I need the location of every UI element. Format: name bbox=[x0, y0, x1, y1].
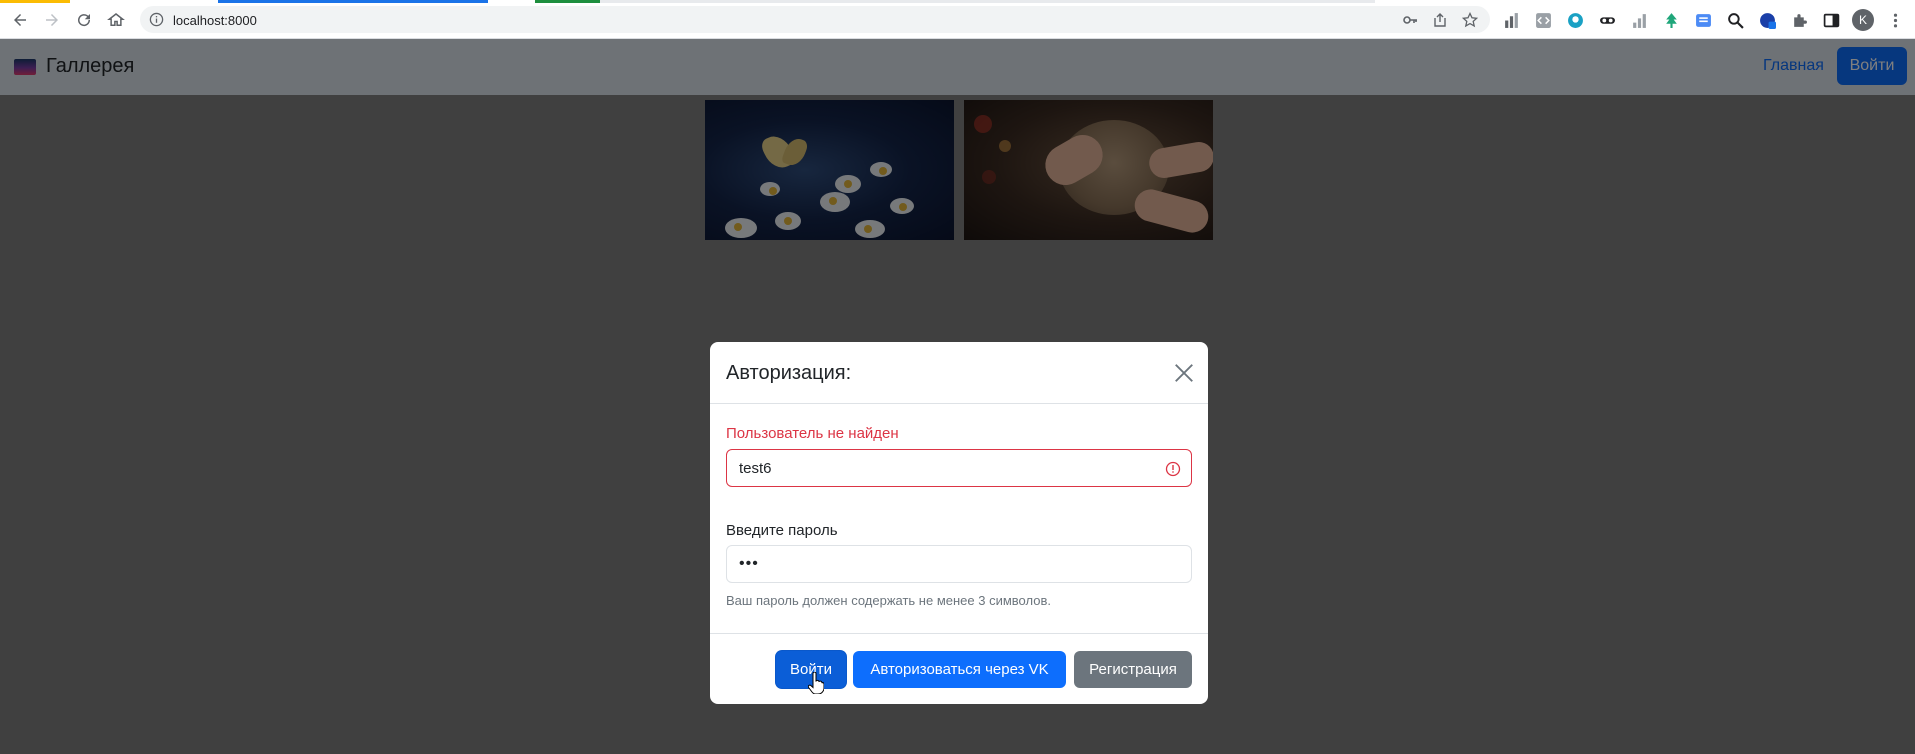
zoom-extension-icon[interactable] bbox=[1724, 9, 1746, 31]
modal-footer: Войти Авторизоваться через VK Регистраци… bbox=[710, 633, 1208, 704]
extensions-bar: K bbox=[1500, 9, 1906, 31]
register-button[interactable]: Регистрация bbox=[1074, 651, 1192, 688]
invalid-alert-icon bbox=[1165, 461, 1181, 477]
profile-extension-icon[interactable] bbox=[1756, 9, 1778, 31]
reader-extension-icon[interactable] bbox=[1692, 9, 1714, 31]
password-field[interactable]: ••• bbox=[726, 545, 1192, 583]
key-icon[interactable] bbox=[1402, 12, 1418, 28]
modal-header: Авторизация: bbox=[710, 342, 1208, 404]
code-extension-icon[interactable] bbox=[1532, 9, 1554, 31]
share-icon[interactable] bbox=[1432, 12, 1448, 28]
url-text[interactable]: localhost:8000 bbox=[173, 13, 257, 28]
more-menu-icon[interactable] bbox=[1884, 9, 1906, 31]
tree-extension-icon[interactable] bbox=[1660, 9, 1682, 31]
vk-auth-button[interactable]: Авторизоваться через VK bbox=[853, 651, 1066, 688]
stats-extension-icon[interactable] bbox=[1628, 9, 1650, 31]
puzzle-extensions-icon[interactable] bbox=[1788, 9, 1810, 31]
close-icon[interactable] bbox=[1173, 362, 1195, 384]
site-info-icon[interactable] bbox=[149, 12, 164, 27]
profile-avatar[interactable]: K bbox=[1852, 9, 1874, 31]
modal-title: Авторизация: bbox=[726, 362, 852, 384]
tab-strip bbox=[0, 0, 1375, 3]
home-icon[interactable] bbox=[104, 8, 128, 32]
password-label: Введите пароль bbox=[726, 522, 838, 539]
login-error-message: Пользователь не найден bbox=[726, 425, 899, 442]
side-panel-icon[interactable] bbox=[1820, 9, 1842, 31]
bird-extension-icon[interactable] bbox=[1564, 9, 1586, 31]
address-bar[interactable]: localhost:8000 bbox=[140, 6, 1490, 33]
password-help-text: Ваш пароль должен содержать не менее 3 с… bbox=[726, 593, 1051, 608]
browser-toolbar: localhost:8000 K bbox=[0, 0, 1915, 39]
star-icon[interactable] bbox=[1461, 11, 1479, 28]
password-field-value: ••• bbox=[739, 555, 759, 572]
reload-icon[interactable] bbox=[72, 8, 96, 32]
auth-modal: Авторизация: Пользователь не найден test… bbox=[710, 342, 1208, 704]
analytics-extension-icon[interactable] bbox=[1500, 9, 1522, 31]
login-field-value: test6 bbox=[739, 459, 772, 477]
login-field[interactable]: test6 bbox=[726, 449, 1192, 487]
forward-icon[interactable] bbox=[40, 8, 64, 32]
back-icon[interactable] bbox=[8, 8, 32, 32]
hand-cursor-icon bbox=[808, 672, 824, 694]
incognito-extension-icon[interactable] bbox=[1596, 9, 1618, 31]
